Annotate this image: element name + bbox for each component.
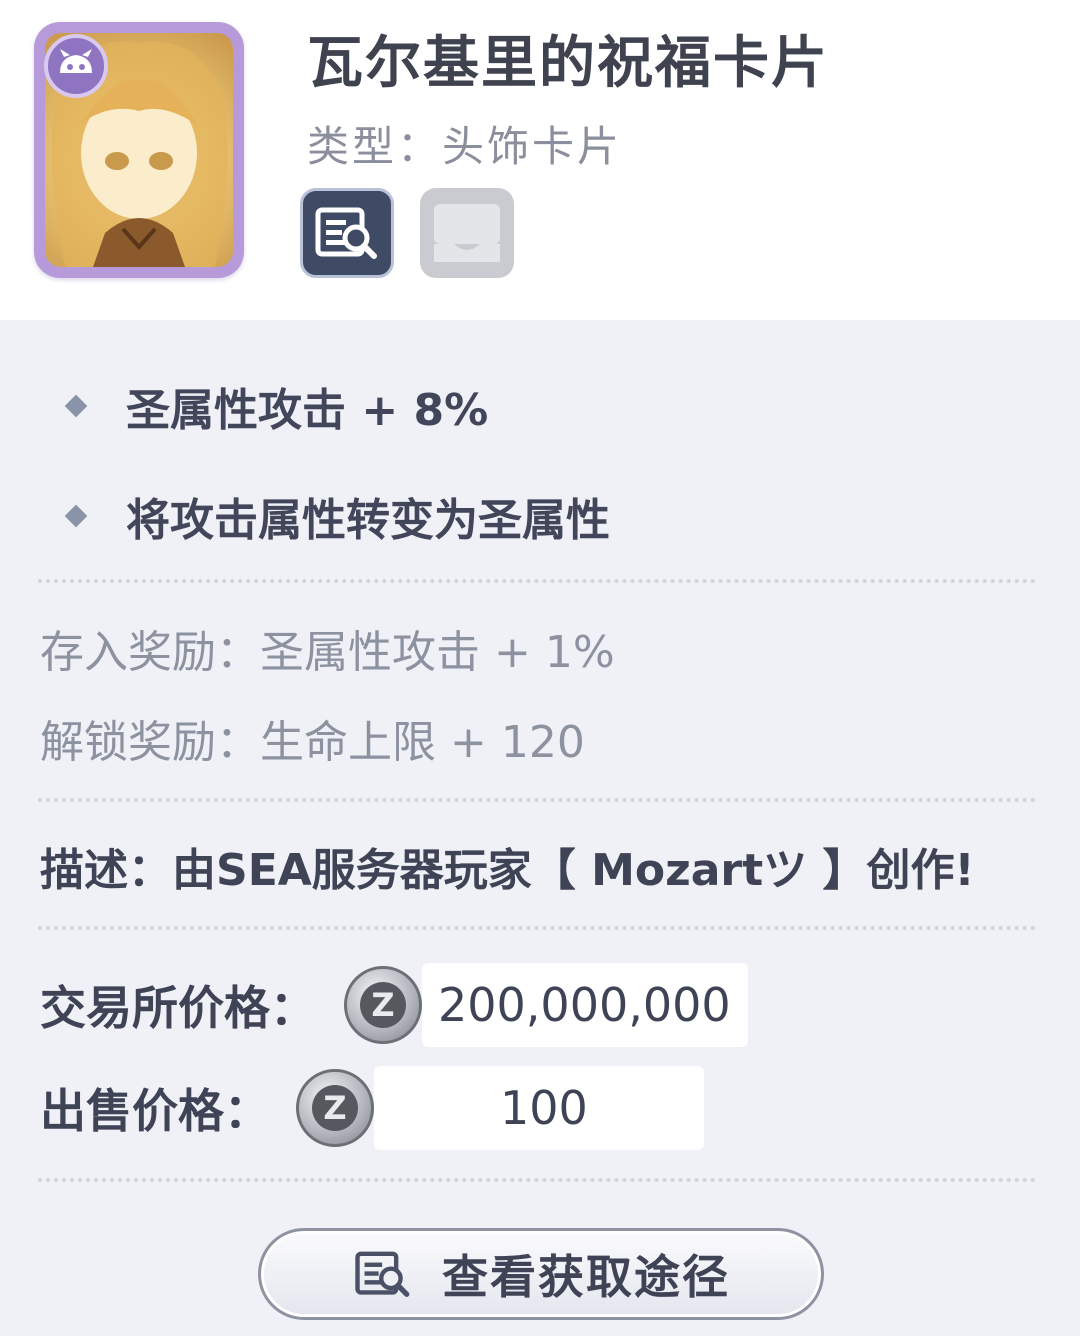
- item-title: 瓦尔基里的祝福卡片: [307, 31, 829, 96]
- deposit-bonus: 存入奖励：圣属性攻击 + 1%: [40, 627, 615, 678]
- item-details-panel: 圣属性攻击 + 8% 将攻击属性转变为圣属性 存入奖励：圣属性攻击 + 1% 解…: [0, 320, 1080, 1336]
- effect-text: 圣属性攻击 + 8%: [126, 385, 489, 436]
- view-acquisition-label: 查看获取途径: [442, 1250, 730, 1304]
- card-info-icon: [355, 1251, 410, 1297]
- exchange-price-value: 200,000,000: [422, 963, 748, 1047]
- item-header: 瓦尔基里的祝福卡片 类型：头饰卡片: [0, 0, 1080, 318]
- bullet-diamond-icon: [64, 394, 88, 418]
- exchange-price-row: 交易所价格： Z 200,000,000: [40, 963, 748, 1047]
- item-type: 类型：头饰卡片: [307, 122, 623, 171]
- dotted-divider: [38, 798, 1036, 802]
- header-icon-group: [300, 188, 514, 278]
- sell-price-label: 出售价格：: [40, 1084, 270, 1138]
- effect-line: 圣属性攻击 + 8%: [64, 374, 489, 438]
- unlock-bonus: 解锁奖励：生命上限 + 120: [40, 717, 585, 768]
- zeny-coin-icon: Z: [296, 1069, 374, 1147]
- view-acquisition-button[interactable]: 查看获取途径: [258, 1228, 824, 1320]
- bullet-diamond-icon: [64, 504, 88, 528]
- dotted-divider: [38, 926, 1036, 930]
- item-description: 描述：由SEA服务器玩家【 Mozartツ 】创作!: [40, 845, 975, 896]
- effect-text: 将攻击属性转变为圣属性: [126, 495, 610, 546]
- dotted-divider: [38, 579, 1036, 583]
- sell-price-row: 出售价格： Z 100: [40, 1066, 704, 1150]
- sell-price-value: 100: [374, 1066, 704, 1150]
- dotted-divider: [38, 1178, 1036, 1182]
- exchange-price-label: 交易所价格：: [40, 981, 316, 1035]
- rarity-badge-icon: [44, 34, 108, 98]
- card-slot-icon[interactable]: [420, 188, 514, 278]
- card-info-icon[interactable]: [300, 188, 394, 278]
- effect-line: 将攻击属性转变为圣属性: [64, 484, 610, 548]
- zeny-coin-icon: Z: [344, 966, 422, 1044]
